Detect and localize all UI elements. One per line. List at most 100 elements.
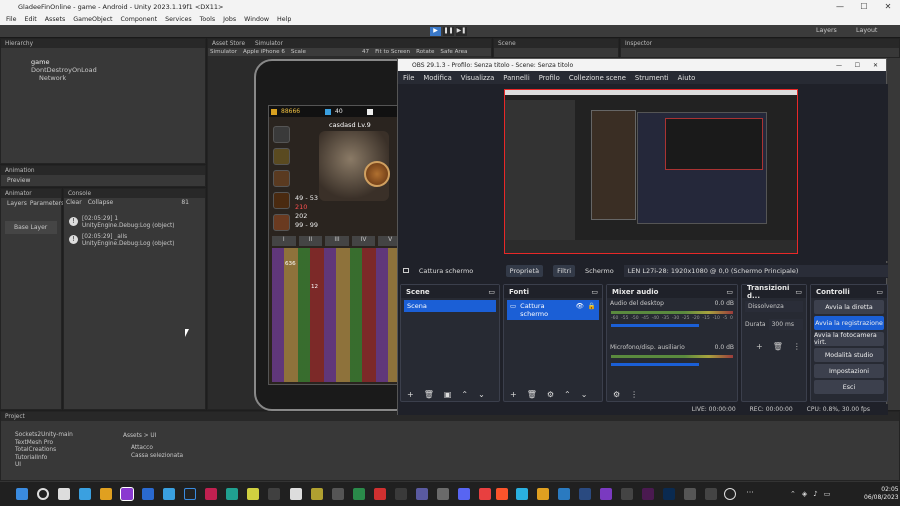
dock-undock-icon[interactable]: ▭ [876, 288, 883, 296]
minimize-icon[interactable]: — [828, 0, 852, 14]
add-scene-icon[interactable]: + [407, 390, 414, 399]
move-up-icon[interactable]: ⌃ [461, 390, 468, 399]
equip-slot[interactable] [273, 192, 290, 209]
menu-assets[interactable]: Assets [45, 16, 66, 23]
terminal-icon[interactable] [184, 488, 196, 500]
dock-undock-icon[interactable]: ▭ [488, 288, 495, 296]
obs-menu-profile[interactable]: Profilo [539, 74, 560, 82]
tab-animation[interactable]: Animation [5, 168, 35, 174]
start-recording-button[interactable]: Avvia la registrazione [814, 316, 884, 330]
menu-window[interactable]: Window [244, 16, 269, 23]
hierarchy-item[interactable]: game [31, 58, 205, 66]
tab-animator[interactable]: Animator [5, 191, 32, 197]
settings-button[interactable]: Impostazioni [814, 364, 884, 378]
volume-icon[interactable]: ♪ [813, 490, 817, 498]
brave-icon[interactable] [496, 488, 508, 500]
console-clear-button[interactable]: Clear [66, 199, 82, 206]
app-icon[interactable] [579, 488, 591, 500]
app-icon[interactable] [353, 488, 365, 500]
asset-item[interactable]: Attacco [131, 445, 183, 453]
app-icon[interactable] [332, 488, 344, 500]
tab-hierarchy[interactable]: Hierarchy [5, 41, 33, 47]
start-streaming-button[interactable]: Avvia la diretta [814, 300, 884, 314]
step-icon[interactable]: ▶❚ [456, 27, 467, 36]
layers-dropdown[interactable]: Layers [816, 27, 837, 34]
task-view-icon[interactable] [58, 488, 70, 500]
screen-select[interactable]: LEN L27i-28: 1920x1080 @ 0,0 (Schermo Pr… [623, 264, 888, 277]
exit-button[interactable]: Esci [814, 380, 884, 394]
obs-menu-edit[interactable]: Modifica [423, 74, 451, 82]
menu-component[interactable]: Component [121, 16, 158, 23]
inventory-tab[interactable]: II [298, 236, 323, 246]
lock-icon[interactable]: 🔒 [588, 302, 596, 318]
console-log-row[interactable]: ! [02:05:29] 1 UnityEngine.Debug:Log (ob… [64, 214, 205, 232]
filters-button[interactable]: Filtri [553, 264, 575, 277]
app-icon[interactable] [621, 488, 633, 500]
vscode-icon[interactable] [163, 488, 175, 500]
inventory-grid[interactable] [272, 248, 402, 382]
console-collapse-button[interactable]: Collapse [88, 199, 114, 206]
close-icon[interactable]: ✕ [876, 0, 900, 14]
unity-hub-icon[interactable] [290, 488, 302, 500]
transition-menu-icon[interactable]: ⋮ [793, 342, 801, 351]
mixer-menu-icon[interactable]: ⋮ [630, 390, 638, 399]
equip-slot[interactable] [273, 126, 290, 143]
hierarchy-item[interactable]: Network [31, 74, 205, 82]
asset-item[interactable]: Cassa selezionata [131, 453, 183, 461]
animator-params-tab[interactable]: Parameters [30, 200, 64, 207]
chevron-up-icon[interactable]: ⌃ [790, 490, 796, 498]
obs-maximize-icon[interactable]: ☐ [855, 62, 860, 69]
pause-icon[interactable]: ❚❚ [443, 27, 454, 36]
obs-menu-file[interactable]: File [403, 74, 414, 82]
remove-transition-icon[interactable]: 🗑 [773, 342, 783, 351]
dock-undock-icon[interactable]: ▭ [591, 288, 598, 296]
add-source-icon[interactable]: + [510, 390, 517, 399]
visibility-icon[interactable]: 👁 [576, 302, 584, 318]
app-icon[interactable] [416, 488, 428, 500]
menu-file[interactable]: File [6, 16, 17, 23]
app-icon[interactable] [558, 488, 570, 500]
obs-menu-help[interactable]: Aiuto [678, 74, 696, 82]
inventory-tab[interactable]: I [272, 236, 296, 246]
dock-undock-icon[interactable]: ▭ [726, 288, 733, 296]
inventory-tab[interactable]: IV [351, 236, 376, 246]
menu-services[interactable]: Services [165, 16, 192, 23]
unity-icon[interactable] [268, 488, 280, 500]
folder-icon[interactable] [537, 488, 549, 500]
remove-source-icon[interactable]: 🗑 [527, 390, 537, 399]
clock[interactable]: 02:05 06/08/2023 [864, 486, 899, 502]
obs-menu-scene-collection[interactable]: Collezione scene [569, 74, 626, 82]
project-folder[interactable]: TutorialInfo [15, 455, 73, 463]
menu-gameobject[interactable]: GameObject [73, 16, 112, 23]
menu-jobs[interactable]: Jobs [223, 16, 236, 23]
console-log-row[interactable]: ! [02:05:29] _alls UnityEngine.Debug:Log… [64, 232, 205, 250]
sim-safe-area[interactable]: Safe Area [440, 49, 467, 55]
project-folder[interactable]: UI [15, 462, 73, 470]
volume-slider[interactable] [611, 324, 699, 327]
app-icon[interactable] [311, 488, 323, 500]
inventory-tab[interactable]: III [325, 236, 349, 246]
app-icon[interactable] [226, 488, 238, 500]
project-folder[interactable]: TextMesh Pro [15, 440, 73, 448]
edge-icon[interactable] [142, 488, 154, 500]
maximize-icon[interactable]: ☐ [852, 0, 876, 14]
menu-help[interactable]: Help [277, 16, 291, 23]
remove-scene-icon[interactable]: 🗑 [424, 390, 434, 399]
discord-icon[interactable] [458, 488, 470, 500]
volume-slider[interactable] [611, 363, 699, 366]
equip-slot[interactable] [273, 170, 290, 187]
tab-simulator[interactable]: Simulator [255, 41, 283, 47]
scene-item[interactable]: Scena [404, 300, 496, 312]
scene-filter-icon[interactable]: ▣ [444, 390, 452, 399]
game-screen[interactable]: 88666 40 casdasd Lv.9 49 - 53 210 202 99… [268, 105, 405, 385]
obs-close-icon[interactable]: ✕ [873, 62, 878, 69]
obs-menu-view[interactable]: Visualizza [461, 74, 494, 82]
tab-project[interactable]: Project [5, 414, 25, 420]
app-icon[interactable] [395, 488, 407, 500]
equip-slot[interactable] [273, 148, 290, 165]
tab-scene[interactable]: Scene [498, 41, 516, 47]
system-tray[interactable]: ⌃ ◈ ♪ ▭ [790, 490, 830, 498]
animator-layers-tab[interactable]: Layers [7, 200, 27, 207]
opera-icon[interactable] [205, 488, 217, 500]
visual-studio-icon[interactable] [600, 488, 612, 500]
